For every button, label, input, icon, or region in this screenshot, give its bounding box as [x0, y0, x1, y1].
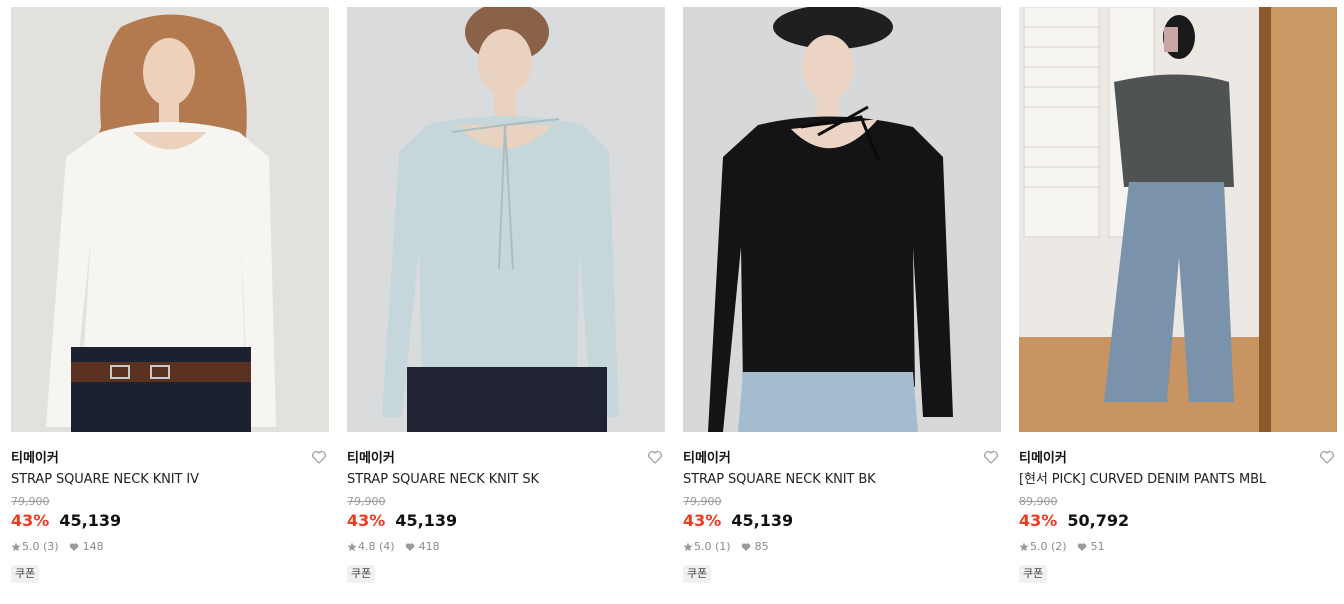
sale-price: 45,139 [59, 511, 122, 530]
likes-count: 148 [82, 540, 104, 553]
sale-price: 45,139 [395, 511, 458, 530]
discount-rate: 43% [683, 511, 722, 530]
heart-filled-icon [1077, 543, 1086, 551]
product-card[interactable]: 티메이커 STRAP SQUARE NECK KNIT SK 79,900 43… [347, 7, 665, 583]
product-card[interactable]: 티메이커 STRAP SQUARE NECK KNIT IV 79,900 43… [11, 7, 329, 583]
star-icon [347, 542, 357, 552]
price-row: 43% 45,139 [683, 511, 1001, 531]
price-row: 43% 50,792 [1019, 511, 1337, 531]
likes-count: 418 [418, 540, 440, 553]
product-image[interactable] [11, 7, 329, 432]
product-name[interactable]: STRAP SQUARE NECK KNIT BK [683, 472, 1001, 488]
brand-name[interactable]: 티메이커 [683, 451, 731, 466]
heart-filled-icon [741, 543, 750, 551]
discount-rate: 43% [1019, 511, 1058, 530]
coupon-badge: 쿠폰 [347, 565, 376, 583]
wishlist-heart-icon[interactable] [647, 449, 663, 465]
likes-count: 85 [754, 540, 769, 553]
rating-text: 5.0 (2) [1030, 540, 1067, 553]
product-name[interactable]: STRAP SQUARE NECK KNIT SK [347, 472, 665, 488]
discount-rate: 43% [347, 511, 386, 530]
wishlist-heart-icon[interactable] [311, 449, 327, 465]
product-image[interactable] [683, 7, 1001, 432]
rating-text: 5.0 (3) [22, 540, 59, 553]
likes-count: 51 [1090, 540, 1105, 553]
star-icon [11, 542, 21, 552]
review-meta: 4.8 (4) 418 [347, 540, 665, 554]
rating-text: 4.8 (4) [358, 540, 395, 553]
brand-name[interactable]: 티메이커 [1019, 451, 1067, 466]
product-name[interactable]: STRAP SQUARE NECK KNIT IV [11, 472, 329, 488]
product-name[interactable]: [현서 PICK] CURVED DENIM PANTS MBL [1019, 472, 1337, 488]
sale-price: 50,792 [1067, 511, 1130, 530]
original-price: 89,900 [1019, 495, 1058, 508]
original-price: 79,900 [11, 495, 50, 508]
brand-name[interactable]: 티메이커 [347, 451, 395, 466]
original-price: 79,900 [347, 495, 386, 508]
wishlist-heart-icon[interactable] [983, 449, 999, 465]
price-row: 43% 45,139 [11, 511, 329, 531]
wishlist-heart-icon[interactable] [1319, 449, 1335, 465]
sale-price: 45,139 [731, 511, 794, 530]
product-grid: 티메이커 STRAP SQUARE NECK KNIT IV 79,900 43… [0, 0, 1344, 604]
heart-filled-icon [405, 543, 414, 551]
review-meta: 5.0 (1) 85 [683, 540, 1001, 554]
brand-name[interactable]: 티메이커 [11, 451, 59, 466]
rating-text: 5.0 (1) [694, 540, 731, 553]
star-icon [683, 542, 693, 552]
star-icon [1019, 542, 1029, 552]
product-image[interactable] [1019, 7, 1337, 432]
heart-filled-icon [69, 543, 78, 551]
coupon-badge: 쿠폰 [683, 565, 712, 583]
discount-rate: 43% [11, 511, 50, 530]
product-card[interactable]: 티메이커 STRAP SQUARE NECK KNIT BK 79,900 43… [683, 7, 1001, 583]
coupon-badge: 쿠폰 [1019, 565, 1048, 583]
product-image[interactable] [347, 7, 665, 432]
product-card[interactable]: 티메이커 [현서 PICK] CURVED DENIM PANTS MBL 89… [1019, 7, 1337, 583]
coupon-badge: 쿠폰 [11, 565, 40, 583]
original-price: 79,900 [683, 495, 722, 508]
review-meta: 5.0 (2) 51 [1019, 540, 1337, 554]
review-meta: 5.0 (3) 148 [11, 540, 329, 554]
price-row: 43% 45,139 [347, 511, 665, 531]
